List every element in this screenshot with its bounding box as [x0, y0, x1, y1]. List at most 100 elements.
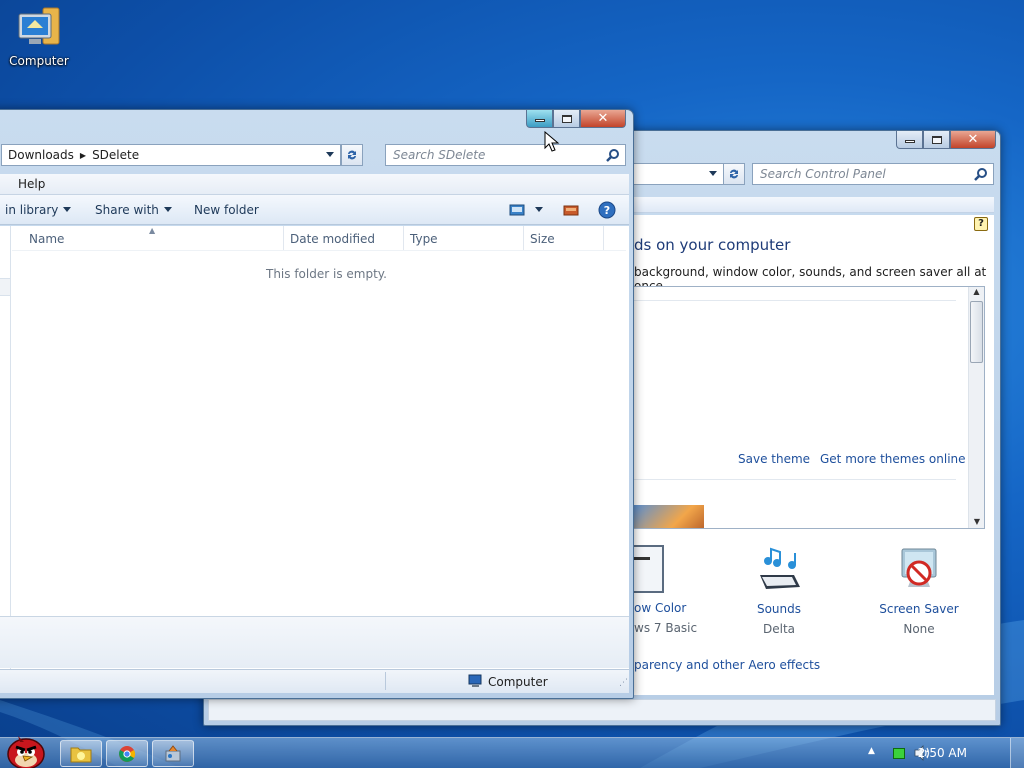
close-icon: ✕ [597, 111, 609, 126]
minimize-icon [904, 140, 915, 143]
column-separator[interactable] [603, 226, 604, 250]
angry-bird-icon [7, 736, 45, 768]
taskbar-button-control-panel[interactable] [152, 740, 194, 767]
control-panel-icon [165, 744, 181, 761]
command-bar: in library Share with New folder ? [0, 195, 629, 225]
taskbar-button-explorer[interactable] [60, 740, 102, 767]
close-button[interactable]: ✕ [580, 110, 626, 128]
chevron-down-icon[interactable] [709, 171, 717, 176]
clock[interactable]: 2:50 AM [918, 746, 967, 760]
page-heading: ds on your computer [634, 236, 791, 254]
minimize-button[interactable] [896, 131, 923, 149]
share-with-button[interactable]: Share with [93, 203, 174, 217]
refresh-icon [348, 150, 356, 160]
desktop-icon-computer[interactable]: Computer [6, 6, 72, 68]
help-button[interactable]: ? [596, 201, 618, 219]
taskbar-button-chrome[interactable] [106, 740, 148, 767]
sounds-value: Delta [762, 622, 795, 636]
search-placeholder: Search Control Panel [760, 167, 886, 181]
maximize-icon [561, 114, 572, 123]
scrollbar-thumb[interactable] [970, 301, 983, 363]
computer-icon [15, 6, 63, 50]
preview-pane-icon [563, 205, 579, 215]
toolbar-strip [634, 197, 994, 213]
share-with-label: Share with [95, 202, 159, 217]
refresh-button[interactable] [723, 163, 745, 185]
search-icon[interactable] [606, 148, 620, 162]
aero-effects-link[interactable]: parency and other Aero effects [634, 658, 820, 672]
sounds-item[interactable]: Sounds Delta [744, 547, 814, 636]
svg-text:?: ? [604, 204, 610, 217]
maximize-button[interactable] [553, 110, 580, 128]
column-size[interactable]: Size [530, 232, 555, 246]
sort-indicator-icon: ▲ [149, 226, 156, 235]
minimize-icon [534, 119, 545, 122]
explorer-window[interactable]: ✕ Downloads ▶ SDelete Search SDelete Hel… [0, 109, 634, 699]
scroll-down-icon[interactable]: ▼ [969, 517, 984, 526]
refresh-button[interactable] [341, 144, 363, 166]
new-folder-label: New folder [194, 202, 259, 217]
computer-icon [468, 674, 482, 687]
menu-help[interactable]: Help [18, 177, 45, 191]
column-separator[interactable] [523, 226, 524, 250]
close-icon: ✕ [967, 132, 979, 147]
breadcrumb-item-sdelete[interactable]: SDelete [92, 148, 139, 162]
screen-saver-item[interactable]: Screen Saver None [874, 547, 964, 636]
refresh-icon [730, 169, 738, 179]
scroll-up-icon[interactable]: ▲ [969, 287, 984, 296]
folder-icon [70, 747, 92, 762]
sounds-label: Sounds [756, 602, 802, 616]
show-hidden-icons-button[interactable]: ▲ [868, 746, 875, 756]
divider [634, 479, 956, 480]
sounds-icon [760, 547, 800, 589]
include-in-library-button[interactable]: in library [3, 203, 73, 217]
chrome-icon [119, 745, 136, 762]
nav-pane-splitter[interactable] [0, 278, 11, 296]
help-icon[interactable]: ? [974, 217, 988, 231]
search-icon[interactable] [974, 167, 988, 181]
maximize-icon [931, 135, 942, 144]
breadcrumb[interactable]: Downloads ▶ SDelete [1, 144, 341, 166]
change-view-button[interactable] [507, 204, 545, 216]
column-name[interactable]: Name [29, 232, 64, 246]
maximize-button[interactable] [923, 131, 950, 149]
screen-saver-value: None [903, 622, 935, 636]
window-controls: ✕ [526, 110, 626, 128]
save-theme-link[interactable]: Save theme [738, 452, 810, 466]
taskbar: ▲ 2:50 AM [0, 736, 1024, 768]
screen-saver-label: Screen Saver [879, 602, 959, 616]
status-divider [385, 672, 386, 690]
resize-grip-icon[interactable]: ⋰ [619, 678, 628, 688]
address-bar[interactable] [624, 163, 724, 185]
show-desktop-button[interactable] [1010, 738, 1024, 768]
window-controls: ✕ [896, 131, 996, 149]
breadcrumb-item-downloads[interactable]: Downloads [8, 148, 74, 162]
theme-thumbnail[interactable] [634, 505, 704, 528]
column-separator[interactable] [403, 226, 404, 250]
column-date-modified[interactable]: Date modified [290, 232, 375, 246]
search-input[interactable]: Search Control Panel [752, 163, 994, 185]
status-location: Computer [488, 675, 548, 689]
new-folder-button[interactable]: New folder [192, 203, 261, 217]
network-icon[interactable] [893, 748, 905, 759]
include-in-library-label: in library [5, 202, 59, 217]
scrollbar[interactable]: ▲ ▼ [968, 287, 984, 528]
details-pane [0, 616, 629, 668]
preview-pane-button[interactable] [561, 204, 581, 216]
column-type[interactable]: Type [410, 232, 438, 246]
search-input[interactable]: Search SDelete [385, 144, 626, 166]
themes-list[interactable]: Save theme Get more themes online ▲ ▼ [634, 286, 985, 529]
window-color-value: ws 7 Basic [634, 621, 698, 635]
file-list[interactable]: Name ▲ Date modified Type Size This fold… [0, 226, 629, 673]
divider [634, 300, 956, 301]
window-color-item[interactable]: ow Color ws 7 Basic [634, 545, 714, 635]
get-more-themes-link[interactable]: Get more themes online [820, 452, 966, 466]
start-button[interactable] [4, 730, 48, 768]
close-button[interactable]: ✕ [950, 131, 996, 149]
window-color-icon [634, 545, 664, 593]
column-separator[interactable] [283, 226, 284, 250]
window-color-label: ow Color [634, 601, 687, 615]
view-icon [509, 204, 525, 215]
chevron-down-icon[interactable] [326, 152, 334, 157]
minimize-button[interactable] [526, 110, 553, 128]
